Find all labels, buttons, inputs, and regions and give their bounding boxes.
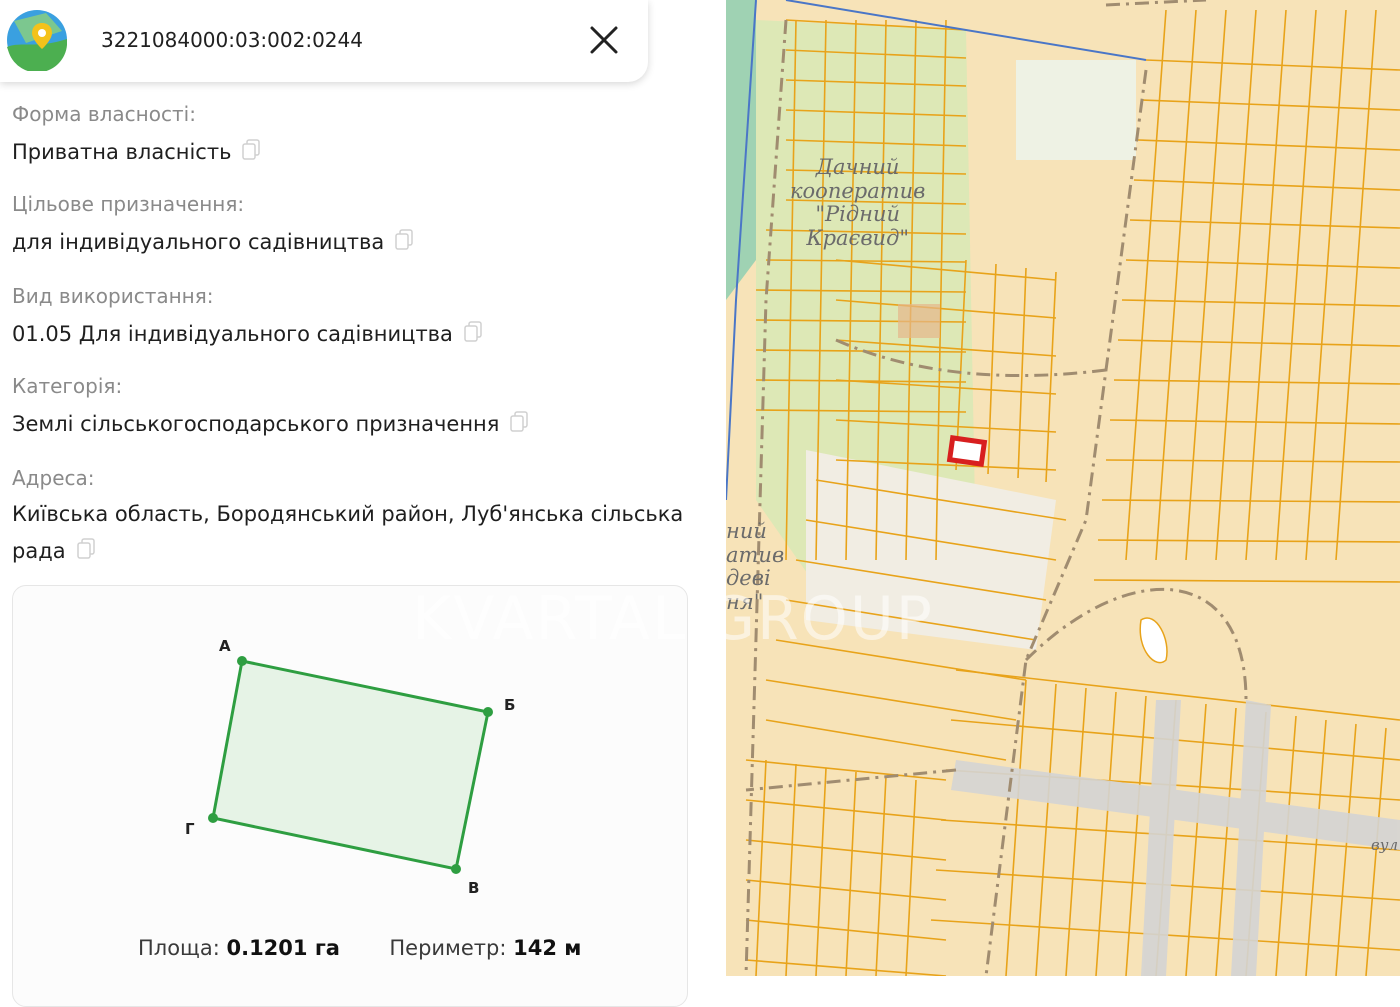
field-purpose: Цільове призначення: для індивідуального… bbox=[12, 192, 414, 261]
perimeter-label: Периметр: bbox=[389, 936, 507, 960]
street-label: вул bbox=[1371, 836, 1398, 854]
cooperative-label-line2: кооператив bbox=[790, 178, 926, 203]
address-value: Київська область, Бородянський район, Лу… bbox=[12, 496, 692, 570]
field-usage: Вид використання: 01.05 Для індивідуальн… bbox=[12, 284, 483, 353]
category-label: Категорія: bbox=[12, 374, 123, 398]
category-value-text: Землі сільськогосподарського призначення bbox=[12, 412, 500, 436]
usage-value: 01.05 Для індивідуального садівництва bbox=[12, 316, 483, 353]
open-field bbox=[1016, 60, 1136, 160]
purpose-value-text: для індивідуального садівництва bbox=[12, 230, 385, 254]
small-parcel-marker bbox=[898, 304, 940, 338]
left-label-line2: атив bbox=[726, 542, 785, 567]
selected-parcel-highlight[interactable] bbox=[946, 435, 988, 467]
plot-stats: Площа: 0.1201 га Периметр: 142 м bbox=[138, 936, 581, 960]
copy-icon[interactable] bbox=[463, 321, 483, 343]
left-cooperative-label: ний атив деві ня" bbox=[726, 519, 785, 614]
ownership-value: Приватна власність bbox=[12, 134, 261, 171]
cadastral-number[interactable]: 3221084000:03:002:0244 bbox=[101, 28, 363, 52]
purpose-label: Цільове призначення: bbox=[12, 192, 245, 216]
cooperative-label-line1: Дачний bbox=[815, 155, 900, 179]
map-pin-logo-icon bbox=[7, 10, 67, 71]
map-canvas[interactable] bbox=[726, 0, 1400, 976]
perimeter-value: 142 м bbox=[513, 936, 582, 960]
close-icon[interactable] bbox=[584, 20, 624, 60]
vertex-label-g: Г bbox=[185, 820, 195, 838]
vertex-label-v: В bbox=[468, 879, 479, 897]
address-line1: Київська область, Бородянський район, Лу… bbox=[12, 502, 684, 526]
usage-value-text: 01.05 Для індивідуального садівництва bbox=[12, 322, 453, 346]
vertex-label-a: А bbox=[219, 637, 231, 655]
address-line2-row: рада bbox=[12, 533, 692, 570]
ownership-label: Форма власності: bbox=[12, 102, 196, 126]
address-label: Адреса: bbox=[12, 466, 95, 490]
ownership-value-text: Приватна власність bbox=[12, 140, 232, 164]
left-label-line1: ний bbox=[726, 519, 767, 543]
left-label-line3: деві bbox=[726, 566, 771, 591]
copy-icon[interactable] bbox=[509, 411, 529, 433]
vertex-point-v bbox=[451, 864, 461, 874]
copy-icon[interactable] bbox=[76, 538, 96, 560]
cooperative-label-line4: Краєвид" bbox=[806, 225, 910, 250]
cooperative-label: Дачний кооператив "Рідний Краєвид" bbox=[790, 155, 926, 250]
area-label: Площа: bbox=[138, 936, 220, 960]
cadastral-map[interactable]: Дачний кооператив "Рідний Краєвид" ний а… bbox=[726, 0, 1400, 976]
cooperative-label-line3: "Рідний bbox=[815, 202, 901, 227]
field-address: Адреса: Київська область, Бородянський р… bbox=[12, 466, 692, 570]
address-line2: рада bbox=[12, 539, 66, 563]
vertex-point-g bbox=[208, 813, 218, 823]
category-value: Землі сільськогосподарського призначення bbox=[12, 406, 529, 443]
field-category: Категорія: Землі сільськогосподарського … bbox=[12, 374, 529, 443]
copy-icon[interactable] bbox=[394, 229, 414, 251]
purpose-value: для індивідуального садівництва bbox=[12, 224, 414, 261]
parcel-info-panel: 3221084000:03:002:0244 Форма власності: … bbox=[0, 0, 726, 1007]
vertex-point-a bbox=[237, 656, 247, 666]
plot-shape-diagram: А Б В Г bbox=[185, 637, 515, 897]
plot-polygon bbox=[211, 659, 490, 871]
vertex-point-b bbox=[483, 707, 493, 717]
copy-icon[interactable] bbox=[241, 139, 261, 161]
panel-header: 3221084000:03:002:0244 bbox=[0, 0, 648, 82]
vertex-label-b: Б bbox=[504, 696, 515, 714]
field-ownership: Форма власності: Приватна власність bbox=[12, 102, 261, 171]
usage-label: Вид використання: bbox=[12, 284, 214, 308]
area-value: 0.1201 га bbox=[226, 936, 340, 960]
left-label-line4: ня" bbox=[726, 589, 764, 614]
